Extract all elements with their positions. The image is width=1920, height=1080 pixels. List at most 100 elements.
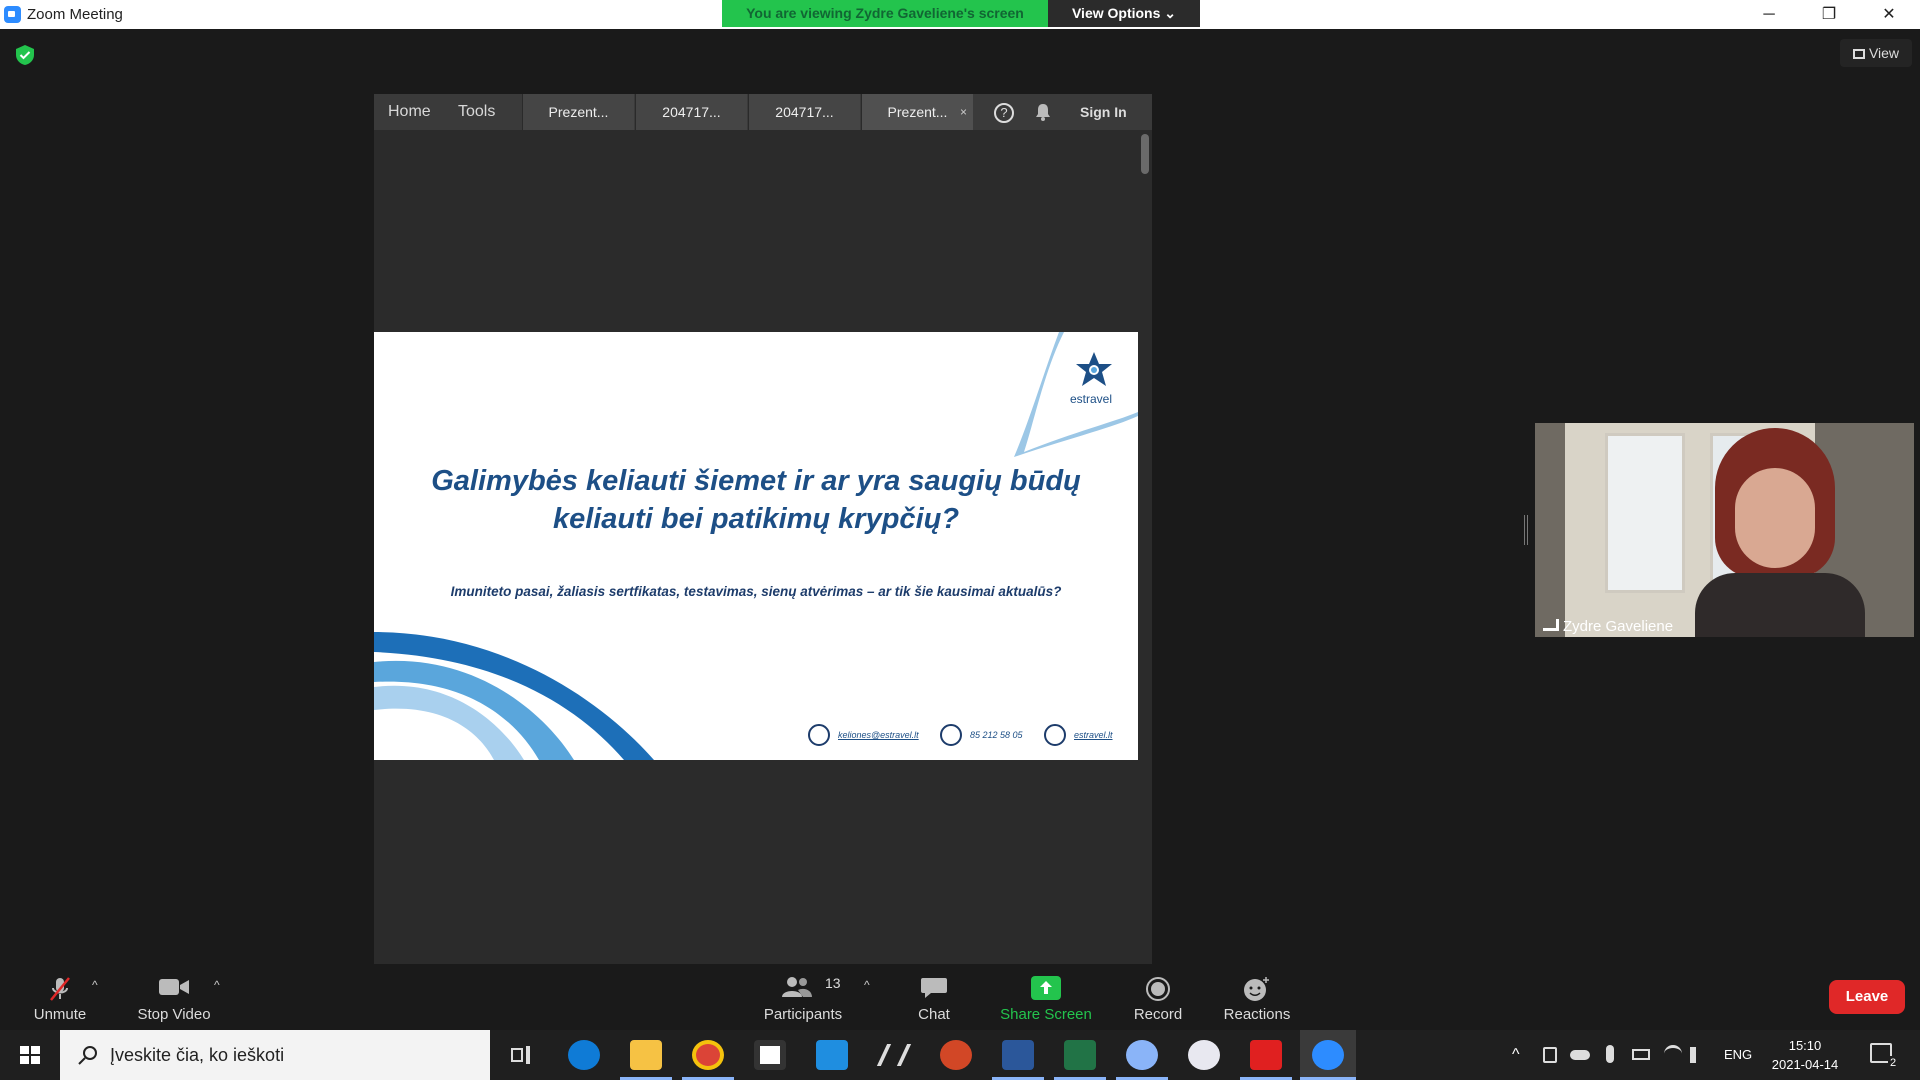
security-shield-icon[interactable] xyxy=(14,44,36,66)
excel-icon[interactable] xyxy=(1064,1040,1096,1070)
clock-date: 2021-04-14 xyxy=(1771,1057,1839,1072)
chat-button[interactable]: Chat xyxy=(874,964,994,1030)
audio-options-caret[interactable]: ^ xyxy=(92,978,98,992)
estravel-logo-text: estravel xyxy=(1070,392,1113,406)
video-options-caret[interactable]: ^ xyxy=(214,978,220,992)
wifi-icon[interactable] xyxy=(1664,1045,1682,1063)
mail-app-icon[interactable] xyxy=(816,1040,848,1070)
microphone-in-use-icon[interactable] xyxy=(1606,1045,1614,1063)
globe-icon xyxy=(1044,724,1066,746)
search-icon xyxy=(78,1046,97,1065)
stop-video-button[interactable]: Stop Video xyxy=(114,964,234,1030)
powerpoint-icon[interactable] xyxy=(940,1040,972,1070)
battery-icon[interactable] xyxy=(1632,1049,1650,1060)
input-language[interactable]: ENG xyxy=(1724,1030,1752,1080)
muted-microphone-icon xyxy=(50,977,70,1001)
reactions-button[interactable]: Reactions xyxy=(1197,964,1317,1030)
participant-video[interactable]: Zydre Gaveliene xyxy=(1535,423,1914,637)
task-view-icon[interactable] xyxy=(506,1040,538,1070)
record-icon xyxy=(1146,977,1170,1001)
volume-icon[interactable] xyxy=(1690,1047,1708,1063)
share-screen-label: Share Screen xyxy=(1000,1006,1092,1023)
scrollbar-thumb[interactable] xyxy=(1141,134,1149,174)
view-layout-button[interactable]: View xyxy=(1840,39,1912,67)
signal-icon xyxy=(1543,619,1559,631)
taskbar-search-box[interactable]: Įveskite čia, ko ieškoti xyxy=(60,1030,490,1080)
slide-decoration xyxy=(374,332,1138,760)
person-face xyxy=(1735,468,1815,568)
help-icon[interactable]: ? xyxy=(994,94,1014,130)
taskbar-clock[interactable]: 15:10 2021-04-14 xyxy=(1760,1036,1850,1074)
document-tab[interactable]: 204717... xyxy=(635,94,747,130)
participants-count: 13 xyxy=(825,975,841,991)
grid-icon xyxy=(1852,49,1865,59)
video-camera-icon xyxy=(159,979,189,995)
scrollbar-track[interactable] xyxy=(1138,130,1152,964)
contact-phone: 85 212 58 05 xyxy=(970,730,1023,740)
meeting-toolbar: Unmute ^ Stop Video ^ 13 Participants ^ … xyxy=(0,964,1920,1030)
sign-in-button[interactable]: Sign In xyxy=(1080,94,1127,130)
tab-label: Prezent... xyxy=(887,104,948,120)
zoom-taskbar-icon[interactable] xyxy=(1312,1040,1344,1070)
document-tab[interactable]: Prezent... xyxy=(522,94,634,130)
participants-options-caret[interactable]: ^ xyxy=(864,978,870,992)
acrobat-toolbar: Home Tools Prezent... 204717... 204717..… xyxy=(374,94,1152,130)
person-body xyxy=(1695,573,1865,637)
participants-button[interactable]: 13 Participants xyxy=(743,964,863,1030)
participants-label: Participants xyxy=(763,1006,843,1023)
unmute-label: Unmute xyxy=(33,1006,87,1023)
estravel-logo-icon xyxy=(1076,352,1112,386)
nav-home[interactable]: Home xyxy=(388,94,431,130)
panel-resize-handle[interactable] xyxy=(1524,515,1528,545)
help-glyph: ? xyxy=(994,103,1014,123)
word-icon[interactable] xyxy=(1002,1040,1034,1070)
show-hidden-icons-chevron[interactable]: ^ xyxy=(1512,1030,1520,1080)
file-explorer-icon[interactable] xyxy=(630,1040,662,1070)
snipping-tool-icon[interactable] xyxy=(1188,1040,1220,1070)
meet-now-icon[interactable] xyxy=(1543,1047,1557,1063)
share-screen-button[interactable]: Share Screen xyxy=(986,964,1106,1030)
bell-icon[interactable] xyxy=(1034,102,1052,122)
slide-title-line: Galimybės keliauti šiemet ir ar yra saug… xyxy=(431,465,1081,497)
contact-website: estravel.lt xyxy=(1074,730,1113,740)
meeting-area: View Home Tools Prezent... 204717... 204… xyxy=(0,29,1920,964)
phone-icon xyxy=(940,724,962,746)
share-screen-icon xyxy=(1031,976,1061,1000)
reactions-smiley-icon xyxy=(1244,977,1269,1001)
document-tab[interactable]: 204717... xyxy=(748,94,860,130)
paint-app-icon[interactable] xyxy=(1126,1040,1158,1070)
shared-screen[interactable]: Home Tools Prezent... 204717... 204717..… xyxy=(374,94,1152,964)
microsoft-store-icon[interactable] xyxy=(754,1040,786,1070)
edge-browser-icon[interactable] xyxy=(568,1040,600,1070)
chat-icon xyxy=(921,978,947,998)
pen-app-icon[interactable] xyxy=(876,1040,912,1070)
contact-email: keliones@estravel.lt xyxy=(838,730,919,740)
participant-name: Zydre Gaveliene xyxy=(1563,618,1674,635)
title-bar: Zoom Meeting You are viewing Zydre Gavel… xyxy=(0,0,1920,29)
windows-start-icon[interactable] xyxy=(0,1030,60,1080)
document-tab-active[interactable]: Prezent... × xyxy=(861,94,973,130)
view-options-button[interactable]: View Options ⌄ xyxy=(1048,0,1200,27)
slide-title-line: keliauti bei patikimų krypčių? xyxy=(552,503,960,535)
stop-video-label: Stop Video xyxy=(137,1006,211,1023)
tab-close-icon[interactable]: × xyxy=(960,94,967,130)
leave-meeting-button[interactable]: Leave xyxy=(1829,980,1905,1014)
windows-taskbar: Įveskite čia, ko ieškoti ^ ENG 15:10 202… xyxy=(0,1030,1920,1080)
participants-icon xyxy=(782,977,812,997)
slide-subtitle: Imuniteto pasai, žaliasis sertfikatas, t… xyxy=(450,584,1062,599)
zoom-app-icon xyxy=(4,6,21,23)
chrome-browser-icon[interactable] xyxy=(692,1040,724,1070)
viewing-screen-banner: You are viewing Zydre Gaveliene's screen xyxy=(722,0,1048,27)
search-placeholder: Įveskite čia, ko ieškoti xyxy=(110,1045,285,1065)
slide-title: Galimybės keliauti šiemet ir ar yra saug… xyxy=(414,462,1098,538)
close-button[interactable]: ✕ xyxy=(1866,0,1912,29)
nav-tools[interactable]: Tools xyxy=(458,94,495,130)
video-window-pane xyxy=(1605,433,1685,593)
unmute-button[interactable]: Unmute xyxy=(0,964,120,1030)
onedrive-cloud-icon[interactable] xyxy=(1570,1050,1590,1060)
reactions-label: Reactions xyxy=(1223,1006,1291,1023)
minimize-button[interactable]: ─ xyxy=(1746,0,1792,29)
acrobat-reader-icon[interactable] xyxy=(1250,1040,1282,1070)
restore-button[interactable]: ❐ xyxy=(1806,0,1852,29)
clock-time: 15:10 xyxy=(1788,1038,1822,1053)
